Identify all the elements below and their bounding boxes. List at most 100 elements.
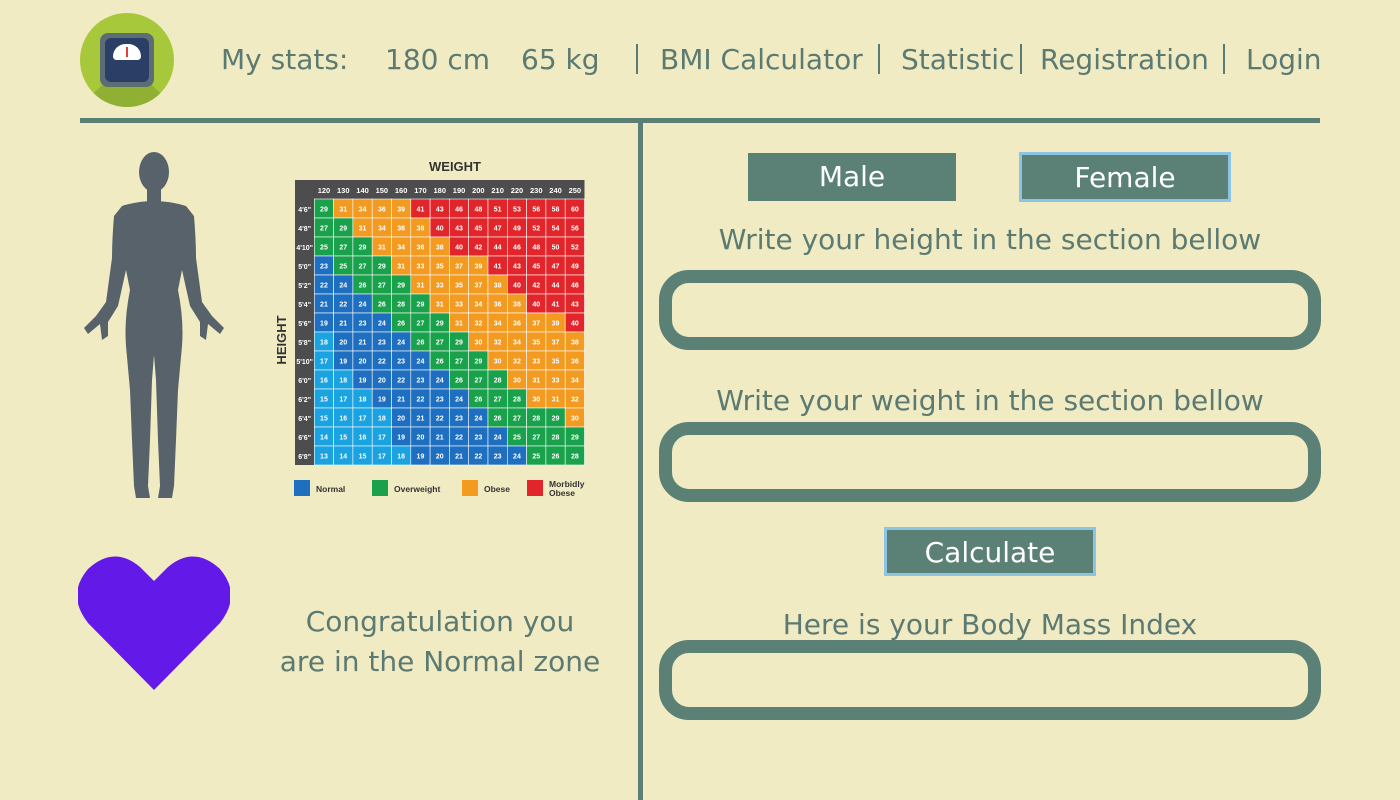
chart-cell-value: 22	[417, 397, 425, 404]
chart-height-tick: 4'10"	[296, 245, 313, 252]
nav-login[interactable]: Login	[1246, 40, 1322, 80]
chart-cell-value: 24	[417, 359, 425, 366]
chart-cell-value: 40	[455, 245, 463, 252]
chart-legend-label: Normal	[316, 484, 345, 494]
chart-height-tick: 6'4"	[298, 416, 311, 423]
human-silhouette-icon	[84, 152, 224, 498]
chart-legend-label: Obese	[549, 488, 575, 498]
chart-height-tick: 5'4"	[298, 302, 311, 309]
chart-cell-value: 27	[436, 340, 444, 347]
chart-cell-value: 28	[494, 378, 502, 385]
chart-cell-value: 22	[455, 435, 463, 442]
chart-weight-title: WEIGHT	[429, 159, 481, 174]
chart-weight-tick: 190	[453, 186, 466, 195]
chart-cell-value: 29	[436, 321, 444, 328]
chart-cell-value: 29	[552, 416, 560, 423]
chart-cell-value: 29	[339, 226, 347, 233]
chart-cell-value: 41	[494, 264, 502, 271]
chart-cell-value: 27	[320, 226, 328, 233]
chart-cell-value: 28	[513, 397, 521, 404]
chart-weight-tick: 160	[395, 186, 408, 195]
chart-cell-value: 36	[513, 321, 521, 328]
chart-cell-value: 30	[494, 359, 502, 366]
chart-cell-value: 34	[571, 378, 579, 385]
chart-cell-value: 22	[320, 283, 328, 290]
chart-cell-value: 46	[455, 207, 463, 214]
chart-cell-value: 41	[552, 302, 560, 309]
chart-cell-value: 38	[417, 226, 425, 233]
nav-registration[interactable]: Registration	[1040, 40, 1209, 80]
calculate-button[interactable]: Calculate	[884, 527, 1096, 576]
bmi-result-field[interactable]	[659, 640, 1321, 720]
my-weight-value: 65 kg	[521, 43, 600, 76]
chart-cell-value: 56	[571, 226, 579, 233]
chart-cell-value: 27	[513, 416, 521, 423]
scale-logo-icon[interactable]	[80, 13, 174, 107]
chart-cell-value: 23	[359, 321, 367, 328]
chart-cell-value: 26	[552, 454, 560, 461]
chart-cell-value: 39	[397, 207, 405, 214]
bmi-chart: WEIGHT HEIGHT 120 130 140 150 160 170 180 190 20…	[274, 159, 585, 498]
chart-cell-value: 27	[359, 264, 367, 271]
chart-cell-value: 33	[455, 302, 463, 309]
chart-cell-value: 18	[339, 378, 347, 385]
chart-cell-value: 44	[552, 283, 560, 290]
chart-cell-value: 36	[494, 302, 502, 309]
chart-cell-value: 33	[436, 283, 444, 290]
chart-cell-value: 29	[320, 207, 328, 214]
chart-cell-value: 19	[417, 454, 425, 461]
chart-cell-value: 44	[494, 245, 502, 252]
chart-cell-value: 31	[378, 245, 386, 252]
header-divider	[80, 118, 1320, 123]
chart-cell-value: 34	[378, 226, 386, 233]
chart-cell-value: 20	[417, 435, 425, 442]
chart-cell-value: 22	[397, 378, 405, 385]
weight-input[interactable]	[659, 422, 1321, 502]
nav-divider	[1223, 44, 1225, 74]
chart-height-tick: 5'6"	[298, 321, 311, 328]
chart-cell-value: 36	[417, 245, 425, 252]
female-button[interactable]: Female	[1019, 152, 1231, 202]
chart-height-tick: 6'8"	[298, 454, 311, 461]
chart-cell-value: 27	[532, 435, 540, 442]
chart-cell-value: 15	[320, 397, 328, 404]
chart-cell-value: 15	[339, 435, 347, 442]
male-button[interactable]: Male	[748, 153, 956, 201]
chart-cell-value: 21	[417, 416, 425, 423]
chart-cell-value: 24	[513, 454, 521, 461]
heart-icon	[78, 556, 230, 690]
chart-weight-tick: 120	[318, 186, 331, 195]
chart-cell-value: 34	[359, 207, 367, 214]
chart-cell-value: 29	[474, 359, 482, 366]
chart-cell-value: 15	[359, 454, 367, 461]
chart-cell-value: 34	[474, 302, 482, 309]
chart-height-tick: 6'2"	[298, 397, 311, 404]
chart-cell-value: 29	[397, 283, 405, 290]
nav-divider	[878, 44, 880, 74]
nav-statistic[interactable]: Statistic	[901, 40, 1014, 80]
chart-weight-tick: 210	[491, 186, 504, 195]
chart-cell-value: 21	[320, 302, 328, 309]
chart-cell-value: 26	[397, 321, 405, 328]
chart-cell-value: 34	[513, 340, 521, 347]
chart-cell-value: 29	[417, 302, 425, 309]
height-input[interactable]	[659, 270, 1321, 350]
chart-cell-value: 32	[571, 397, 579, 404]
chart-cell-value: 27	[378, 283, 386, 290]
chart-height-tick: 4'6"	[298, 207, 311, 214]
chart-cell-value: 35	[552, 359, 560, 366]
chart-cell-value: 36	[571, 359, 579, 366]
chart-cell-value: 33	[417, 264, 425, 271]
chart-cell-value: 28	[552, 435, 560, 442]
chart-cell-value: 46	[571, 283, 579, 290]
chart-cell-value: 20	[436, 454, 444, 461]
chart-legend-swatch	[527, 480, 543, 496]
column-divider	[638, 123, 643, 800]
chart-cell-value: 18	[359, 397, 367, 404]
nav-divider	[636, 44, 638, 74]
chart-cell-value: 18	[397, 454, 405, 461]
nav-bmi-calculator[interactable]: BMI Calculator	[660, 40, 863, 80]
chart-cell-value: 50	[552, 245, 560, 252]
chart-cell-value: 14	[339, 454, 347, 461]
chart-cell-value: 29	[359, 245, 367, 252]
